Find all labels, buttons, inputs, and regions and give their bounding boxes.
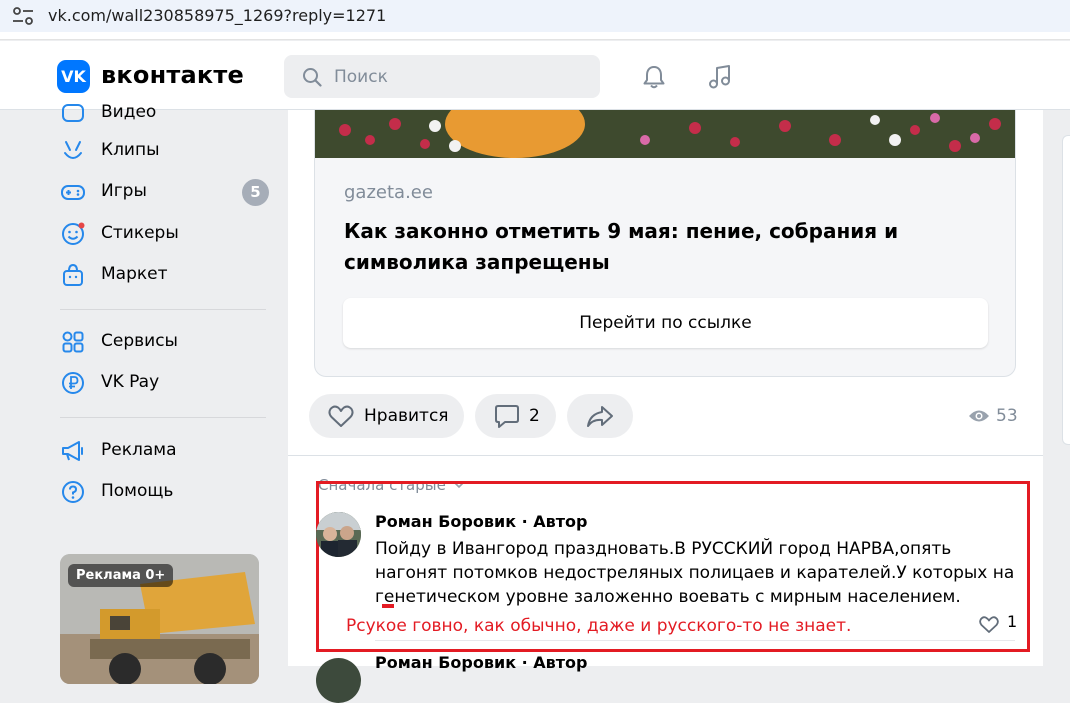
link-attachment[interactable]: gazeta.ee Как законно отметить 9 мая: пе…: [314, 110, 1016, 377]
right-panel-edge: [1062, 135, 1070, 445]
ruble-icon: [62, 372, 84, 394]
url-text[interactable]: vk.com/wall230858975_1269?reply=1271: [48, 6, 386, 25]
share-arrow-icon: [587, 406, 613, 427]
search-icon: [303, 68, 322, 87]
notifications-bell-icon[interactable]: [640, 63, 668, 91]
post-card: gazeta.ee Как законно отметить 9 мая: пе…: [288, 110, 1043, 703]
post-divider: [288, 455, 1043, 456]
author-role: · Автор: [521, 512, 588, 531]
heart-icon: [979, 616, 999, 633]
sidebar-item-label: Сервисы: [101, 331, 178, 351]
games-count-badge: 5: [242, 179, 269, 206]
spellcheck-mark: [382, 604, 394, 608]
sidebar-item-label: VK Pay: [101, 372, 160, 392]
search-input[interactable]: Поиск: [284, 55, 600, 98]
comment-author[interactable]: Роман Боровик · Автор: [375, 653, 588, 672]
comment-icon: [495, 405, 519, 428]
music-note-icon[interactable]: [706, 63, 734, 91]
sidebar-item-market[interactable]: Маркет: [60, 260, 275, 290]
sidebar-item-vkpay[interactable]: VK Pay: [60, 368, 275, 398]
like-button[interactable]: Нравится: [309, 394, 464, 438]
comment-author[interactable]: Роман Боровик · Автор: [375, 512, 588, 531]
link-domain: gazeta.ee: [344, 182, 433, 203]
help-icon: [62, 481, 84, 503]
open-link-button[interactable]: Перейти по ссылке: [343, 298, 988, 348]
sticker-icon: [62, 222, 85, 245]
author-role: · Автор: [521, 653, 588, 672]
sidebar-item-label: Стикеры: [101, 223, 179, 243]
clips-icon: [64, 141, 82, 159]
left-sidebar: Видео Клипы Игры 5 Стикеры Маркет Сервис…: [0, 102, 287, 684]
comment-text: Пойду в Ивангород праздновать.В РУССКИЙ …: [375, 539, 1015, 607]
sidebar-item-stickers[interactable]: Стикеры: [60, 219, 275, 249]
sidebar-item-help[interactable]: Помощь: [60, 477, 275, 507]
sidebar-item-label: Видео: [101, 102, 157, 122]
sidebar-item-label: Реклама: [101, 440, 177, 460]
video-icon: [62, 104, 84, 122]
sidebar-item-clips[interactable]: Клипы: [60, 136, 275, 166]
sidebar-item-label: Клипы: [101, 140, 160, 160]
search-placeholder: Поиск: [334, 67, 388, 87]
avatar[interactable]: [316, 658, 361, 703]
market-bag-icon: [63, 263, 83, 286]
link-title[interactable]: Как законно отметить 9 мая: пение, собра…: [344, 216, 984, 278]
heart-icon: [328, 405, 354, 427]
avatar-photo: [316, 512, 361, 557]
comment-likes-count: 1: [1007, 612, 1018, 631]
sidebar-item-label: Маркет: [101, 264, 168, 284]
flowers-photo: [315, 110, 1015, 158]
sidebar-item-video[interactable]: Видео: [60, 98, 275, 128]
annotation-text: Рсукое говно, как обычно, даже и русског…: [346, 616, 852, 636]
sidebar-item-ads[interactable]: Реклама: [60, 436, 275, 466]
sidebar-divider: [60, 417, 266, 418]
sidebar-item-label: Помощь: [101, 481, 174, 501]
gamepad-icon: [61, 185, 85, 200]
browser-address-bar: vk.com/wall230858975_1269?reply=1271: [0, 0, 1070, 40]
megaphone-icon: [62, 441, 83, 461]
eye-icon: [969, 410, 989, 422]
sidebar-item-label: Игры: [101, 181, 147, 201]
comment-button[interactable]: 2: [475, 394, 556, 438]
sidebar-divider: [60, 309, 266, 310]
ad-label: Реклама 0+: [68, 564, 174, 587]
author-name[interactable]: Роман Боровик: [375, 653, 516, 672]
comments-count: 2: [529, 406, 540, 426]
like-label: Нравится: [364, 406, 449, 426]
site-settings-icon[interactable]: [12, 7, 34, 25]
share-button[interactable]: [567, 394, 633, 438]
vk-logo-icon[interactable]: VK: [57, 60, 90, 93]
comment-divider: [375, 640, 1015, 641]
views-count: 53: [996, 406, 1018, 426]
avatar[interactable]: [316, 512, 361, 557]
address-field[interactable]: vk.com/wall230858975_1269?reply=1271: [0, 0, 1070, 32]
author-name[interactable]: Роман Боровик: [375, 512, 516, 531]
ad-banner[interactable]: Реклама 0+: [60, 554, 259, 684]
sidebar-item-games[interactable]: Игры 5: [60, 177, 275, 207]
vk-logo-text[interactable]: вконтакте: [101, 61, 244, 89]
services-grid-icon: [62, 331, 84, 353]
sidebar-item-services[interactable]: Сервисы: [60, 327, 275, 357]
